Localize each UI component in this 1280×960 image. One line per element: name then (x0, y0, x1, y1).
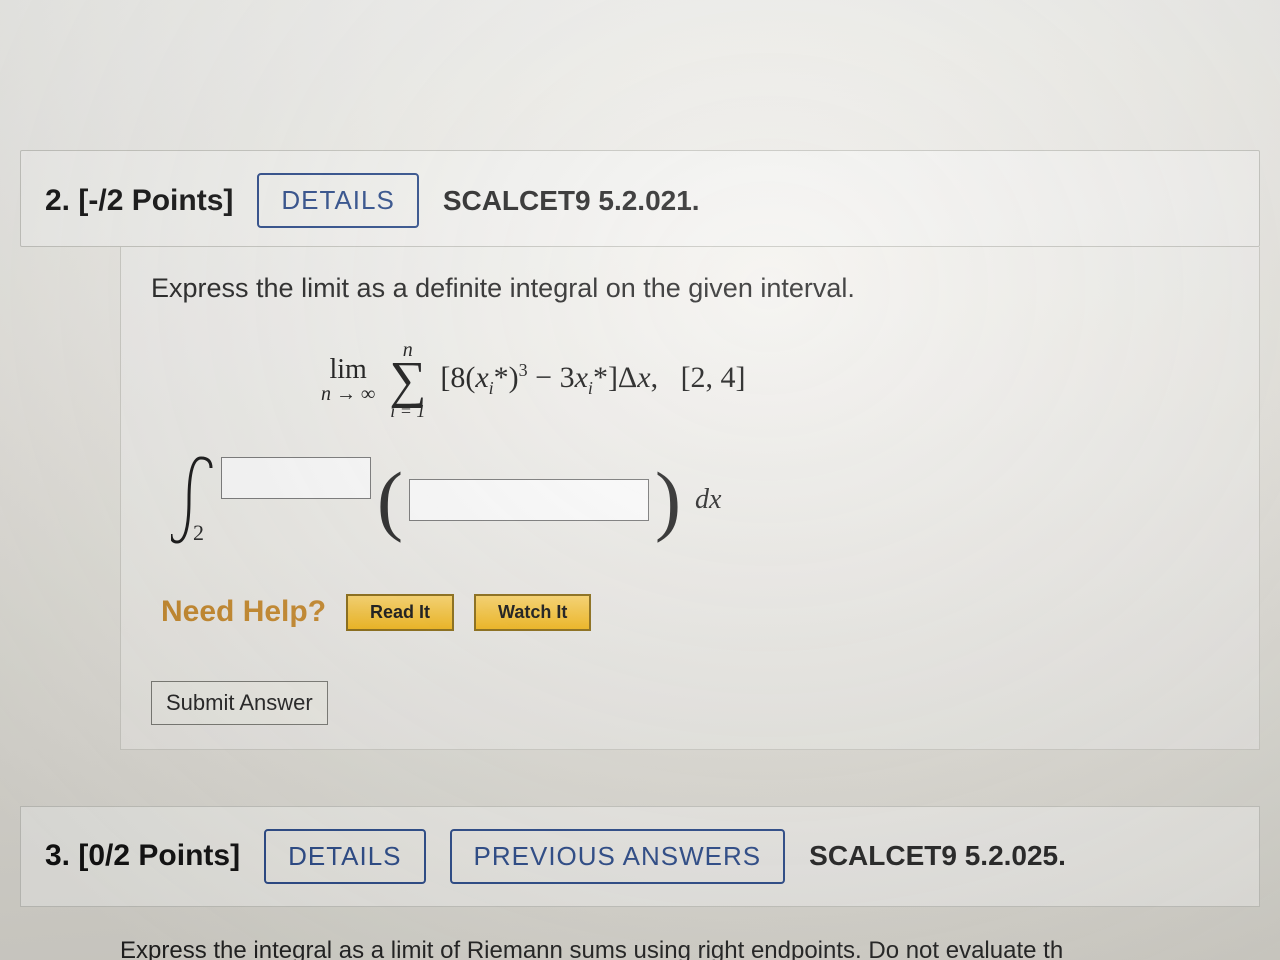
integral-answer-row: 2 ( ) dx (171, 452, 1229, 548)
sigma-icon: ∑ (389, 360, 426, 402)
limit-expression: lim n → ∞ n ∑ i = 1 [8(xi*)3 − 3xi*]Δx, … (321, 340, 1229, 420)
lim-sub: n → ∞ (321, 384, 375, 404)
need-help-row: Need Help? Read It Watch It (161, 594, 1229, 631)
dx-label: dx (695, 484, 721, 516)
integrand-input[interactable] (409, 479, 649, 521)
question-prompt: Express the limit as a definite integral… (151, 273, 1229, 304)
upper-bound-input[interactable] (221, 457, 371, 499)
question-2-body: Express the limit as a definite integral… (120, 247, 1260, 750)
question-number: 2. [-/2 Points] (45, 184, 233, 218)
question-2-header: 2. [-/2 Points] DETAILS SCALCET9 5.2.021… (20, 150, 1260, 247)
details-button[interactable]: DETAILS (257, 173, 418, 228)
watch-it-button[interactable]: Watch It (474, 594, 591, 631)
details-button[interactable]: DETAILS (264, 829, 425, 884)
question-3-cutoff-text: Express the integral as a limit of Riema… (120, 937, 1260, 960)
right-paren-icon: ) (655, 461, 681, 539)
previous-answers-button[interactable]: PREVIOUS ANSWERS (450, 829, 786, 884)
question-source-ref: SCALCET9 5.2.025. (809, 840, 1066, 872)
left-paren-icon: ( (377, 461, 403, 539)
question-source-ref: SCALCET9 5.2.021. (443, 185, 700, 217)
sigma-bottom: i = 1 (390, 402, 425, 420)
need-help-label: Need Help? (161, 595, 326, 629)
integral-lower-bound: 2 (193, 520, 204, 546)
summand: [8(xi*)3 − 3xi*]Δx, [2, 4] (440, 360, 745, 399)
integral-icon: 2 (171, 452, 215, 548)
lim-text: lim (329, 356, 366, 384)
question-3-header: 3. [0/2 Points] DETAILS PREVIOUS ANSWERS… (20, 806, 1260, 907)
question-number: 3. [0/2 Points] (45, 839, 240, 873)
submit-answer-button[interactable]: Submit Answer (151, 681, 328, 725)
read-it-button[interactable]: Read It (346, 594, 454, 631)
